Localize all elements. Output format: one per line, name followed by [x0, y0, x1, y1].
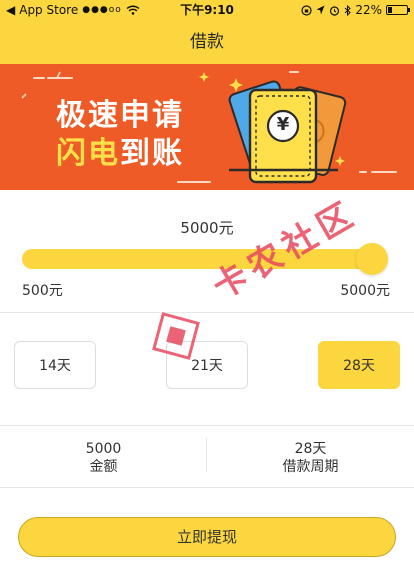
alarm-icon: [330, 5, 340, 16]
page-title: 借款: [190, 32, 224, 52]
battery-icon: [386, 5, 410, 15]
summary-amount-value: 5000: [85, 441, 122, 457]
summary-period-label: 借款周期: [282, 459, 339, 475]
section-divider: [0, 425, 414, 426]
bluetooth-icon: [344, 4, 352, 16]
loan-amount-value: 5000元: [180, 219, 234, 237]
carrier-label[interactable]: App Store: [19, 3, 78, 17]
signal-icon: ●●●oo: [82, 5, 122, 15]
banner-subheadline-part1: 闪电: [56, 136, 120, 171]
term-option-28[interactable]: 28天: [318, 341, 400, 389]
section-divider: [0, 312, 414, 313]
summary-amount: 5000 金额: [0, 440, 207, 476]
term-option-14[interactable]: 14天: [14, 341, 96, 389]
slider-min-label: 500元: [22, 283, 63, 299]
nav-bar: 借款: [0, 20, 414, 64]
status-left: ◀ App Store ●●●oo: [6, 0, 140, 20]
rotation-lock-icon: [301, 4, 312, 16]
battery-percent: 22%: [355, 3, 382, 17]
app-screen: ◀ App Store ●●●oo 下午9:10 22% 借款 ¥ 极速申请 闪…: [0, 0, 414, 574]
location-icon: [316, 5, 325, 15]
term-option-21[interactable]: 21天: [166, 341, 248, 389]
slider-max-label: 5000元: [340, 283, 390, 299]
status-right: 22%: [301, 0, 410, 20]
loan-amount-slider-track[interactable]: [22, 249, 382, 269]
summary-amount-label: 金额: [89, 459, 118, 475]
section-divider: [0, 487, 414, 488]
banner-ticket-symbol: ¥: [276, 114, 290, 135]
withdraw-button[interactable]: 立即提现: [18, 517, 396, 557]
summary-period: 28天 借款周期: [207, 440, 414, 476]
banner-subheadline: 闪电到账: [56, 128, 184, 172]
wifi-icon: [126, 5, 140, 15]
back-arrow-icon[interactable]: ◀: [6, 3, 15, 17]
loan-amount-slider-thumb[interactable]: [356, 243, 388, 275]
summary-period-value: 28天: [294, 441, 327, 457]
status-bar: ◀ App Store ●●●oo 下午9:10 22%: [0, 0, 414, 20]
banner-subheadline-part2: 到账: [120, 136, 184, 171]
promo-banner[interactable]: ¥ 极速申请 闪电到账: [0, 64, 414, 190]
